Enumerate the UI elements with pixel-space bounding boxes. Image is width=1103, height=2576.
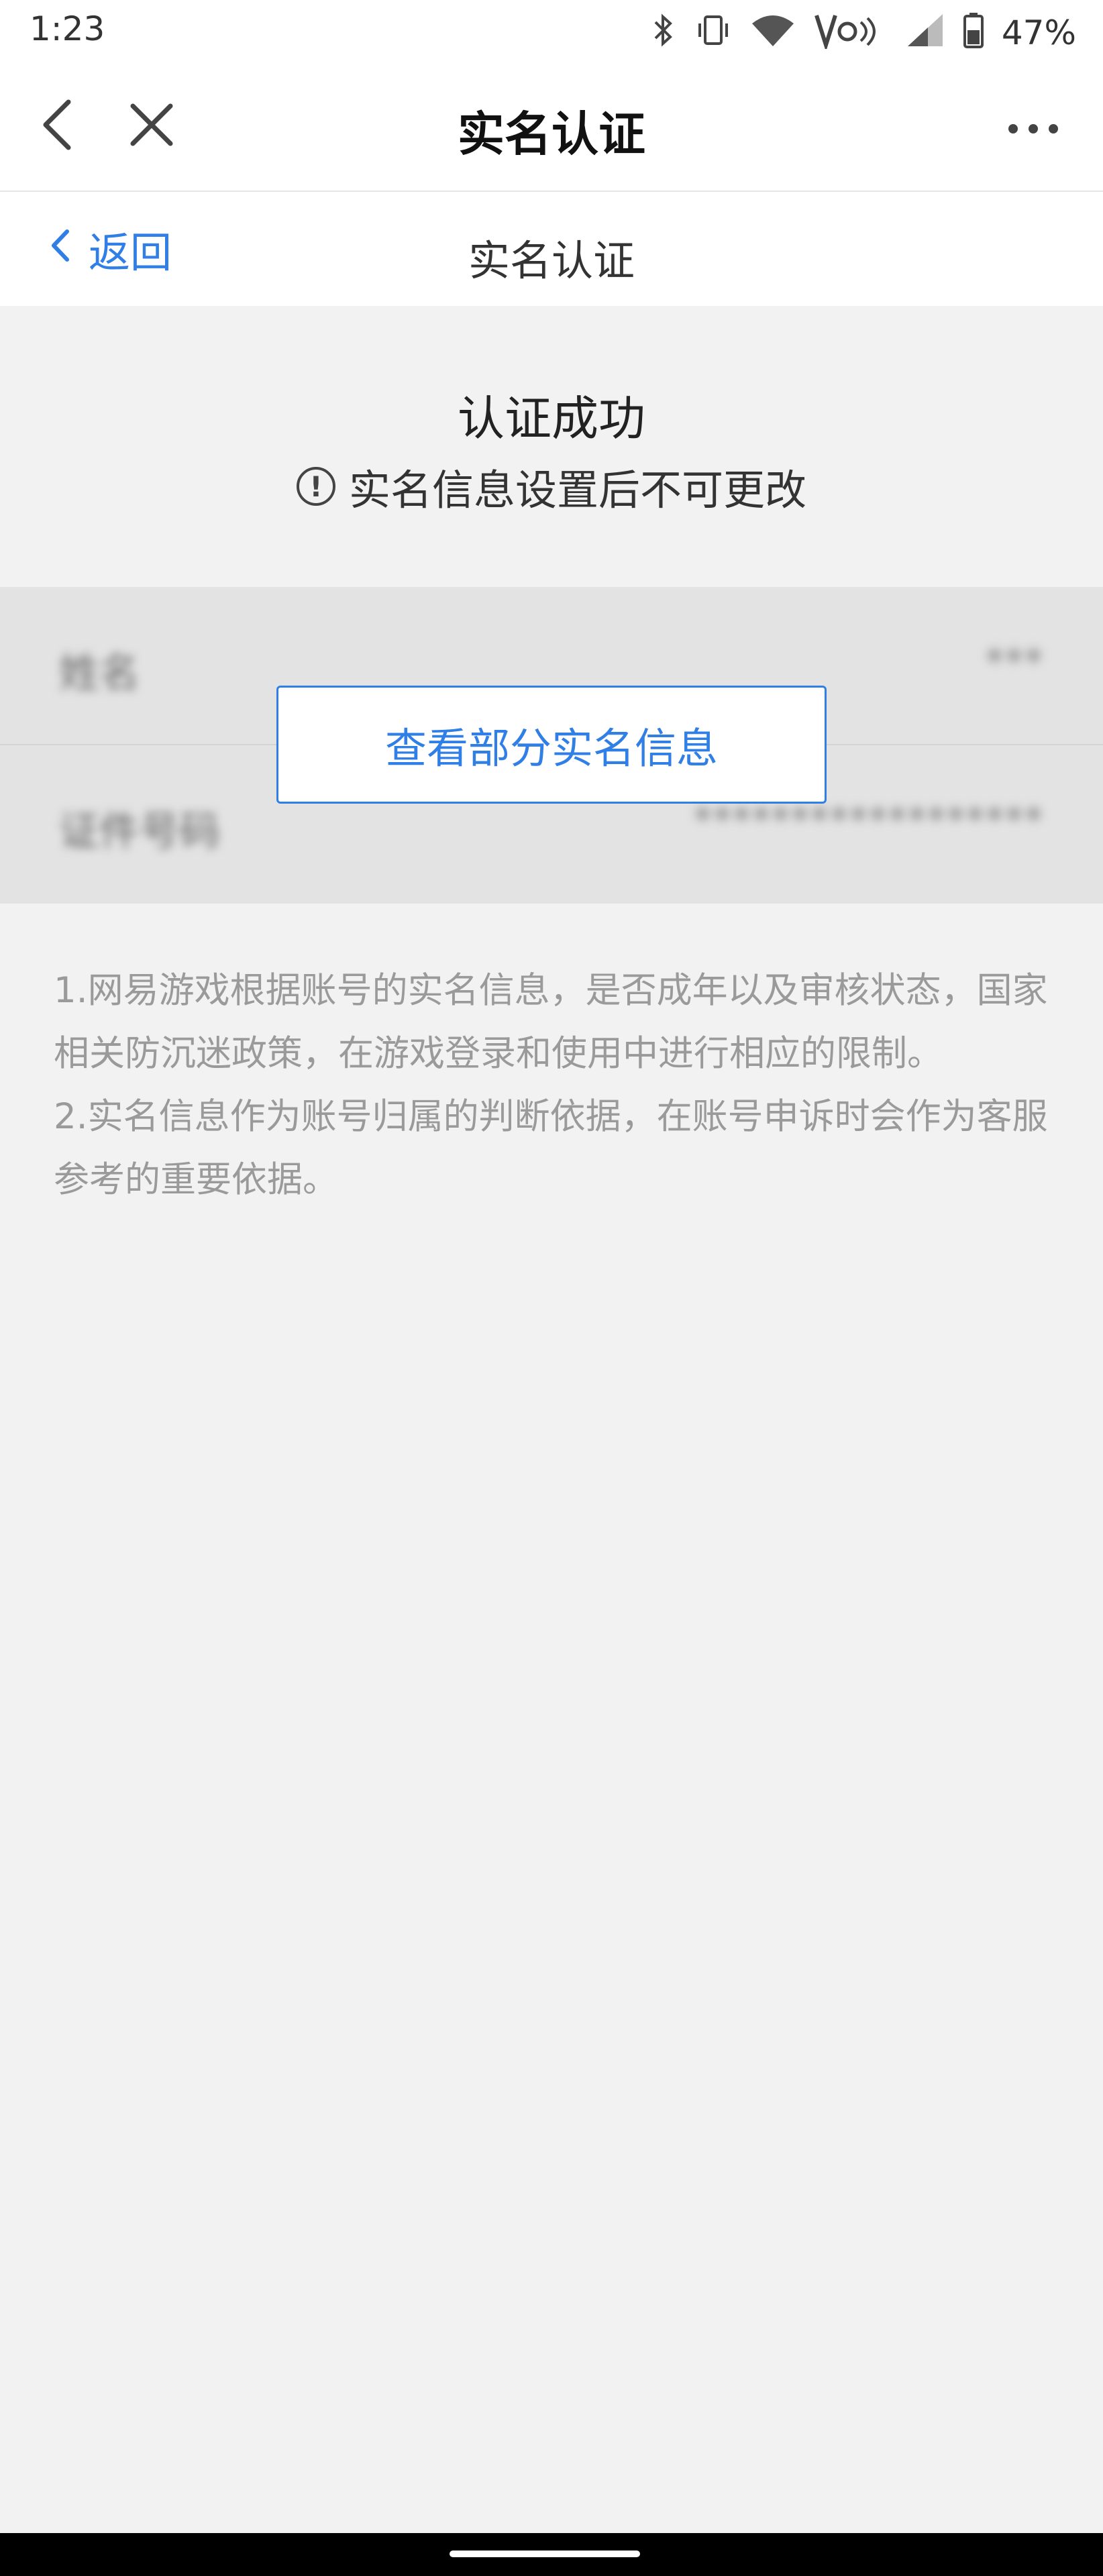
status-bar: 1:23 47% xyxy=(0,0,1103,66)
description-item: 2.实名信息作为账号归属的判断依据，在账号申诉时会作为客服参考的重要依据。 xyxy=(54,1096,1048,1200)
sub-title: 实名认证 xyxy=(468,236,635,285)
battery-icon xyxy=(963,11,984,54)
title-bar: 实名认证 xyxy=(0,66,1103,192)
more-dots-icon xyxy=(1008,124,1018,133)
home-indicator[interactable] xyxy=(450,2551,640,2557)
view-partial-info-button[interactable]: 查看部分实名信息 xyxy=(276,686,827,804)
id-value: ****************** xyxy=(694,799,1044,841)
battery-percent: 47% xyxy=(1001,13,1076,52)
success-title: 认证成功 xyxy=(458,391,645,446)
name-value: *** xyxy=(986,641,1044,683)
volte-icon xyxy=(814,11,888,54)
success-note: ! 实名信息设置后不可更改 xyxy=(0,456,1103,517)
wifi-icon xyxy=(749,11,796,54)
description: 1.网易游戏根据账号的实名信息，是否成年以及审核状态，国家相关防沉迷政策，在游戏… xyxy=(54,959,1053,1212)
name-label: 姓名 xyxy=(59,650,140,697)
system-nav-bar xyxy=(0,2533,1103,2576)
note-text: 实名信息设置后不可更改 xyxy=(348,466,806,515)
vibrate-icon xyxy=(694,11,732,54)
id-label: 证件号码 xyxy=(59,808,220,855)
status-icons: 47% xyxy=(650,9,1076,56)
page-title: 实名认证 xyxy=(458,107,645,162)
signal-icon xyxy=(905,11,945,54)
status-time: 1:23 xyxy=(30,9,105,48)
description-item: 1.网易游戏根据账号的实名信息，是否成年以及审核状态，国家相关防沉迷政策，在游戏… xyxy=(54,970,1048,1074)
more-button[interactable] xyxy=(993,95,1073,162)
exclamation-circle-icon: ! xyxy=(296,467,335,506)
sub-nav: 返回 实名认证 xyxy=(0,192,1103,306)
bluetooth-icon xyxy=(650,11,677,54)
